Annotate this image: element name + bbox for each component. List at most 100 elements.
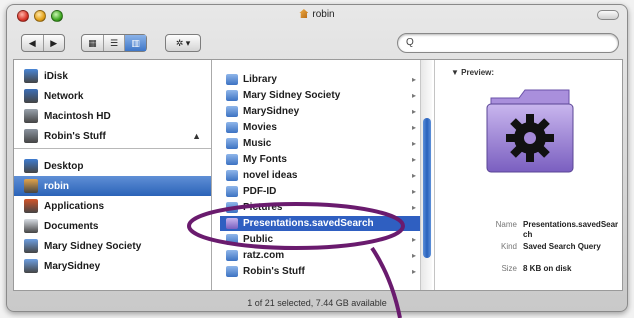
column-row[interactable]: Music ▸ xyxy=(220,136,420,151)
column-row[interactable]: Mary Sidney Society ▸ xyxy=(220,88,420,103)
column-scrollbar[interactable] xyxy=(420,60,432,290)
documents-icon xyxy=(24,219,38,233)
column-row-label: Presentations.savedSearch xyxy=(243,218,374,229)
eject-icon[interactable]: ▲ xyxy=(192,131,201,141)
column-row-label: Robin's Stuff xyxy=(243,266,305,277)
sidebar-item[interactable]: iDisk xyxy=(14,66,211,86)
back-button[interactable]: ◀ xyxy=(22,35,44,51)
toolbar-toggle-button[interactable] xyxy=(597,10,619,20)
disclosure-arrow-icon: ▸ xyxy=(411,155,416,164)
preview-pane: ▼ Preview: Name Presentations.savedSearc… xyxy=(434,60,622,290)
column-row[interactable]: Pictures ▸ xyxy=(220,200,420,215)
sidebar-item-label: Desktop xyxy=(44,160,84,172)
sidebar-item-label: iDisk xyxy=(44,70,68,82)
sidebar-item[interactable]: Mary Sidney Society xyxy=(14,236,211,256)
search-input[interactable] xyxy=(420,36,610,50)
disclosure-arrow-icon: ▸ xyxy=(411,139,416,148)
disclosure-arrow-icon: ▸ xyxy=(411,91,416,100)
preview-kind-key: Kind xyxy=(500,242,517,251)
sidebar-item-label: Macintosh HD xyxy=(44,110,111,122)
list-view-button[interactable]: ☰ xyxy=(104,35,126,51)
public-folder-icon xyxy=(226,234,238,245)
status-bar: 1 of 21 selected, 7.44 GB available xyxy=(247,298,387,308)
forward-button[interactable]: ▶ xyxy=(44,35,65,51)
back-forward-control: ◀ ▶ xyxy=(21,34,65,52)
desktop-icon xyxy=(24,159,38,173)
view-control: ▦ ☰ ▥ xyxy=(81,34,147,52)
action-menu-control: ✲ ▾ xyxy=(165,34,201,52)
column-row[interactable]: My Fonts ▸ xyxy=(220,152,420,167)
sidebar-item[interactable]: Applications xyxy=(14,196,211,216)
column-row-label: MarySidney xyxy=(243,106,300,117)
idisk-icon xyxy=(24,69,38,83)
sidebar-item-label: MarySidney xyxy=(44,260,101,272)
column-row-label: Public xyxy=(243,234,274,245)
home-icon xyxy=(299,9,309,18)
action-menu-button[interactable]: ✲ ▾ xyxy=(166,35,200,51)
column-row-label: PDF-ID xyxy=(243,186,277,197)
folder-icon xyxy=(226,154,238,165)
column-view-button[interactable]: ▥ xyxy=(125,35,147,51)
column-row[interactable]: novel ideas ▸ xyxy=(220,168,420,183)
sidebar-item[interactable]: Documents xyxy=(14,216,211,236)
column-row[interactable]: MarySidney ▸ xyxy=(220,104,420,119)
music-folder-icon xyxy=(226,138,238,149)
preview-name-key: Name xyxy=(495,220,517,229)
column-row-label: novel ideas xyxy=(243,170,298,181)
disclosure-arrow-icon: ▸ xyxy=(411,187,416,196)
file-column: Robin's Stuff ▸ ratz.com ▸ Public ▸ Presentati… xyxy=(220,60,434,290)
scrollbar-thumb[interactable] xyxy=(423,118,431,258)
sidebar-item[interactable]: Robin's Stuff ▲ xyxy=(14,126,211,146)
column-row[interactable]: ratz.com ▸ xyxy=(220,248,420,263)
column-row-label: Movies xyxy=(243,122,277,133)
disclosure-arrow-icon: ▸ xyxy=(411,171,416,180)
sidebar-item[interactable]: robin xyxy=(14,176,211,196)
search-field[interactable]: Q xyxy=(397,33,619,53)
sidebar-item[interactable]: Macintosh HD xyxy=(14,106,211,126)
folder-icon xyxy=(24,259,38,273)
sidebar-item[interactable]: Desktop xyxy=(14,156,211,176)
harddisk-icon xyxy=(24,109,38,123)
icon-view-button[interactable]: ▦ xyxy=(82,35,104,51)
preview-name-value: Presentations.savedSearch xyxy=(523,220,619,239)
disclosure-arrow-icon: ▸ xyxy=(411,75,416,84)
title-bar[interactable]: robin xyxy=(7,5,627,27)
column-row[interactable]: Movies ▸ xyxy=(220,120,420,135)
disclosure-arrow-icon: ▸ xyxy=(411,235,416,244)
folder-icon xyxy=(226,90,238,101)
window-title-text: robin xyxy=(312,9,335,20)
disclosure-arrow-icon: ▸ xyxy=(411,107,416,116)
home-icon xyxy=(24,179,38,193)
movies-folder-icon xyxy=(226,122,238,133)
column-row[interactable]: Library ▸ xyxy=(220,72,420,87)
sidebar-item-label: Mary Sidney Society xyxy=(44,240,142,252)
sidebar-item-label: Network xyxy=(44,90,84,102)
column-row[interactable]: Public ▸ xyxy=(220,232,420,247)
drive-icon xyxy=(24,129,38,143)
folder-icon xyxy=(24,239,38,253)
preview-heading: ▼ Preview: xyxy=(451,68,495,77)
column-row[interactable]: Presentations.savedSearch xyxy=(220,216,420,231)
column-row-label: Library xyxy=(243,74,277,85)
smart-folder-gear-icon xyxy=(486,89,574,173)
sidebar-item-label: Applications xyxy=(44,200,105,212)
disclosure-arrow-icon: ▸ xyxy=(411,267,416,276)
folder-icon xyxy=(226,250,238,261)
column-row-label: My Fonts xyxy=(243,154,287,165)
disclosure-arrow-icon: ▸ xyxy=(411,123,416,132)
sidebar-item[interactable]: Network xyxy=(14,86,211,106)
column-row-label: Mary Sidney Society xyxy=(243,90,341,101)
folder-icon xyxy=(226,74,238,85)
applications-icon xyxy=(24,199,38,213)
sidebar-item-label: Robin's Stuff xyxy=(44,130,106,142)
sidebar-item[interactable]: MarySidney xyxy=(14,256,211,276)
disclosure-arrow-icon: ▸ xyxy=(411,251,416,260)
sidebar-item-label: Documents xyxy=(44,220,99,232)
preview-size-key: Size xyxy=(501,264,517,273)
column-row[interactable]: Robin's Stuff ▸ xyxy=(220,264,420,279)
search-icon: Q xyxy=(406,37,414,48)
column-row[interactable]: PDF-ID ▸ xyxy=(220,184,420,199)
column-row-label: ratz.com xyxy=(243,250,285,261)
window-title: robin xyxy=(7,9,627,20)
folder-icon xyxy=(226,106,238,117)
